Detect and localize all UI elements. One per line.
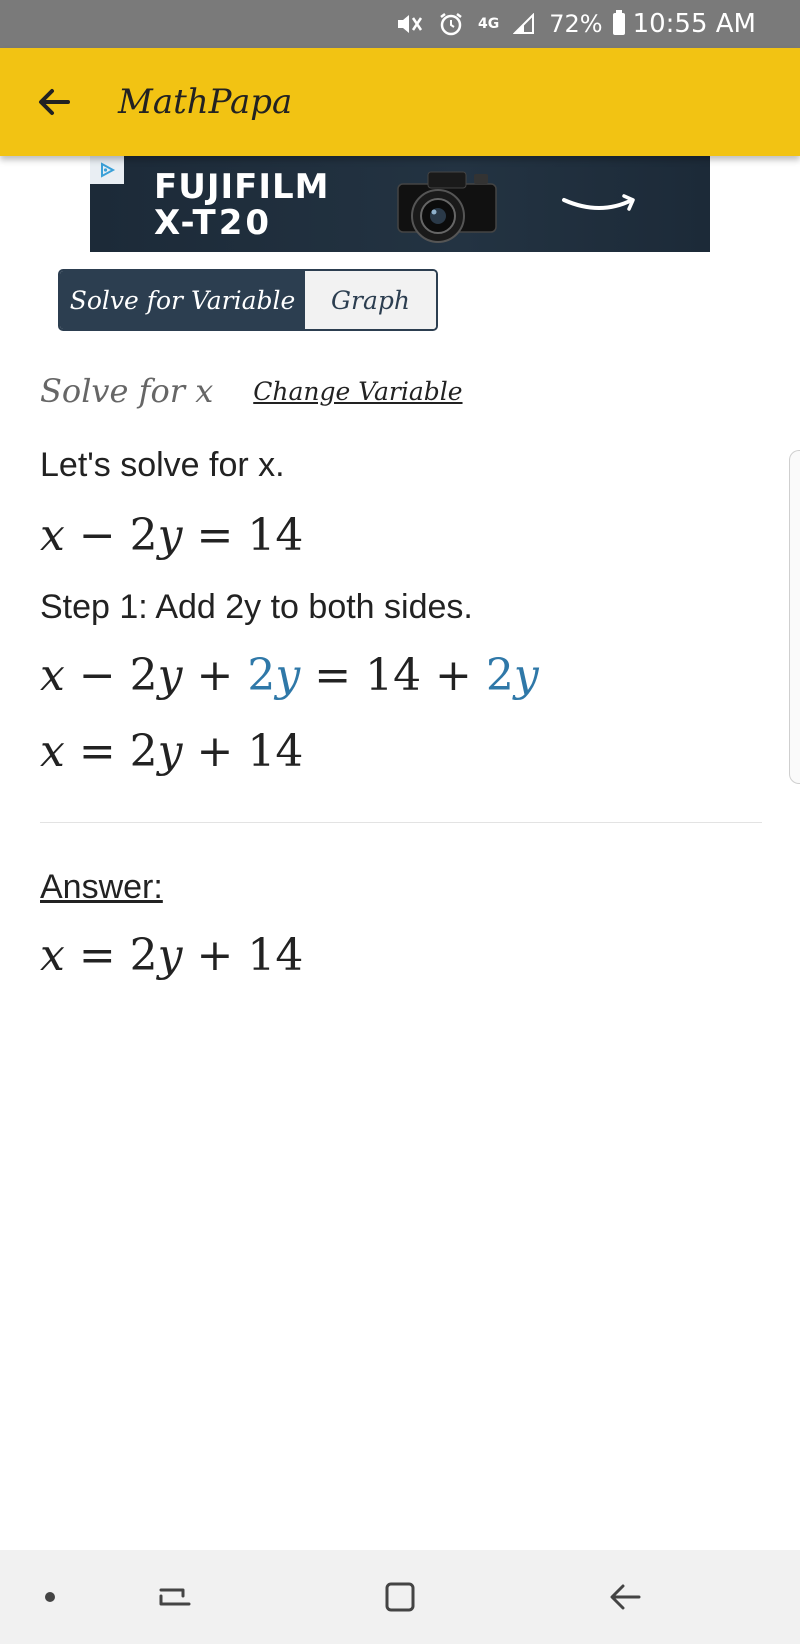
solve-for-row: Solve for x Change Variable: [40, 372, 463, 410]
intro-text: Let's solve for x.: [40, 446, 285, 484]
ad-brand: FUJIFILM: [154, 167, 330, 207]
ad-model: X-T20: [154, 203, 273, 243]
signal-icon: [513, 13, 535, 35]
app-bar: MathPapa: [0, 48, 800, 156]
alarm-icon: [438, 11, 464, 37]
edge-panel-handle[interactable]: [789, 450, 800, 784]
app-title: MathPapa: [118, 82, 293, 122]
ad-banner[interactable]: FUJIFILM X-T20: [90, 156, 710, 252]
back-icon[interactable]: [600, 1572, 650, 1622]
back-button[interactable]: [24, 72, 84, 132]
recent-apps-icon[interactable]: [150, 1572, 200, 1622]
camera-image: [397, 171, 497, 243]
change-variable-link[interactable]: Change Variable: [253, 377, 462, 406]
answer-label: Answer:: [40, 868, 163, 906]
arrow-left-icon: [39, 89, 70, 115]
divider: [40, 822, 762, 823]
battery-percent: 72%: [549, 10, 603, 38]
home-icon[interactable]: [375, 1572, 425, 1622]
battery-icon: [612, 10, 625, 35]
tab-solve-for-variable[interactable]: Solve for Variable: [60, 271, 305, 329]
dot-icon[interactable]: [30, 1577, 70, 1617]
status-bar: 4G 72% 10:55 AM: [0, 0, 800, 48]
network-4g-icon: 4G: [478, 16, 500, 32]
result-equation: x = 2y + 14: [40, 726, 304, 777]
mute-icon: [396, 12, 424, 36]
tab-graph[interactable]: Graph: [305, 271, 436, 329]
nav-bar: [0, 1550, 800, 1644]
answer-equation: x = 2y + 14: [40, 930, 304, 981]
solve-for-label: Solve for x: [40, 372, 214, 410]
step-1-equation: x − 2y + 2y = 14 + 2y: [40, 650, 539, 701]
ad-choices-icon[interactable]: [90, 156, 124, 184]
step-1-text: Step 1: Add 2y to both sides.: [40, 588, 473, 626]
original-equation: x − 2y = 14: [40, 510, 304, 561]
mode-tabs: Solve for Variable Graph: [58, 269, 438, 331]
clock: 10:55 AM: [632, 9, 756, 39]
amazon-smile-icon: [562, 194, 635, 211]
